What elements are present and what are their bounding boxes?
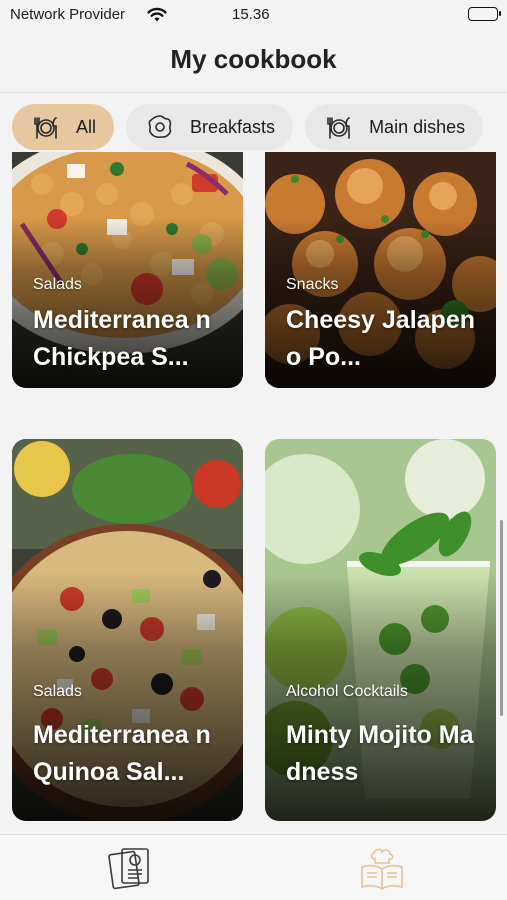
filter-chip-label: All	[76, 116, 97, 137]
plate-cutlery-icon	[32, 113, 60, 141]
wifi-icon	[146, 6, 168, 22]
filter-chip-breakfasts[interactable]: Breakfasts	[126, 104, 294, 150]
page-title: My cookbook	[170, 44, 337, 74]
recipe-title: Minty Mojito Madness	[286, 721, 474, 786]
recipe-cards-icon	[108, 848, 149, 890]
recipe-category: Alcohol Cocktails	[286, 683, 408, 700]
recipe-card[interactable]: Salads Mediterranea n Quinoa Sal...	[12, 439, 243, 821]
scrollbar[interactable]	[500, 520, 503, 716]
recipe-category: Snacks	[286, 276, 339, 293]
tab-cookbook[interactable]	[358, 845, 406, 891]
recipe-category: Salads	[33, 683, 82, 700]
recipe-grid: Salads Mediterranea n Chickpea S... Snac…	[0, 152, 507, 832]
tab-bar	[0, 834, 507, 900]
clock: 15.36	[232, 6, 270, 23]
chef-book-icon	[361, 848, 403, 890]
tab-recipes[interactable]	[106, 845, 154, 891]
carrier-label: Network Provider	[10, 6, 126, 23]
header-divider	[0, 92, 507, 93]
category-filters: All Breakfasts Main dishes	[12, 104, 484, 152]
recipe-title: Cheesy Jalapeno Po...	[286, 306, 475, 371]
recipe-card[interactable]: Alcohol Cocktails Minty Mojito Madness	[265, 439, 496, 821]
recipe-card[interactable]: Salads Mediterranea n Chickpea S...	[12, 152, 243, 388]
filter-chip-label: Breakfasts	[190, 116, 276, 137]
filter-chip-main-dishes[interactable]: Main dishes	[305, 104, 484, 150]
plate-cutlery-icon	[325, 113, 353, 141]
fried-egg-icon	[146, 113, 174, 141]
status-bar: Network Provider 15.36	[0, 0, 507, 30]
recipe-title: Mediterranea n Quinoa Sal...	[33, 721, 211, 786]
recipe-card[interactable]: Snacks Cheesy Jalapeno Po...	[265, 152, 496, 388]
recipe-category: Salads	[33, 276, 82, 293]
battery-icon	[468, 7, 501, 21]
filter-chip-label: Main dishes	[369, 116, 466, 137]
filter-chip-all[interactable]: All	[12, 104, 115, 150]
recipe-title: Mediterranea n Chickpea S...	[33, 306, 211, 371]
